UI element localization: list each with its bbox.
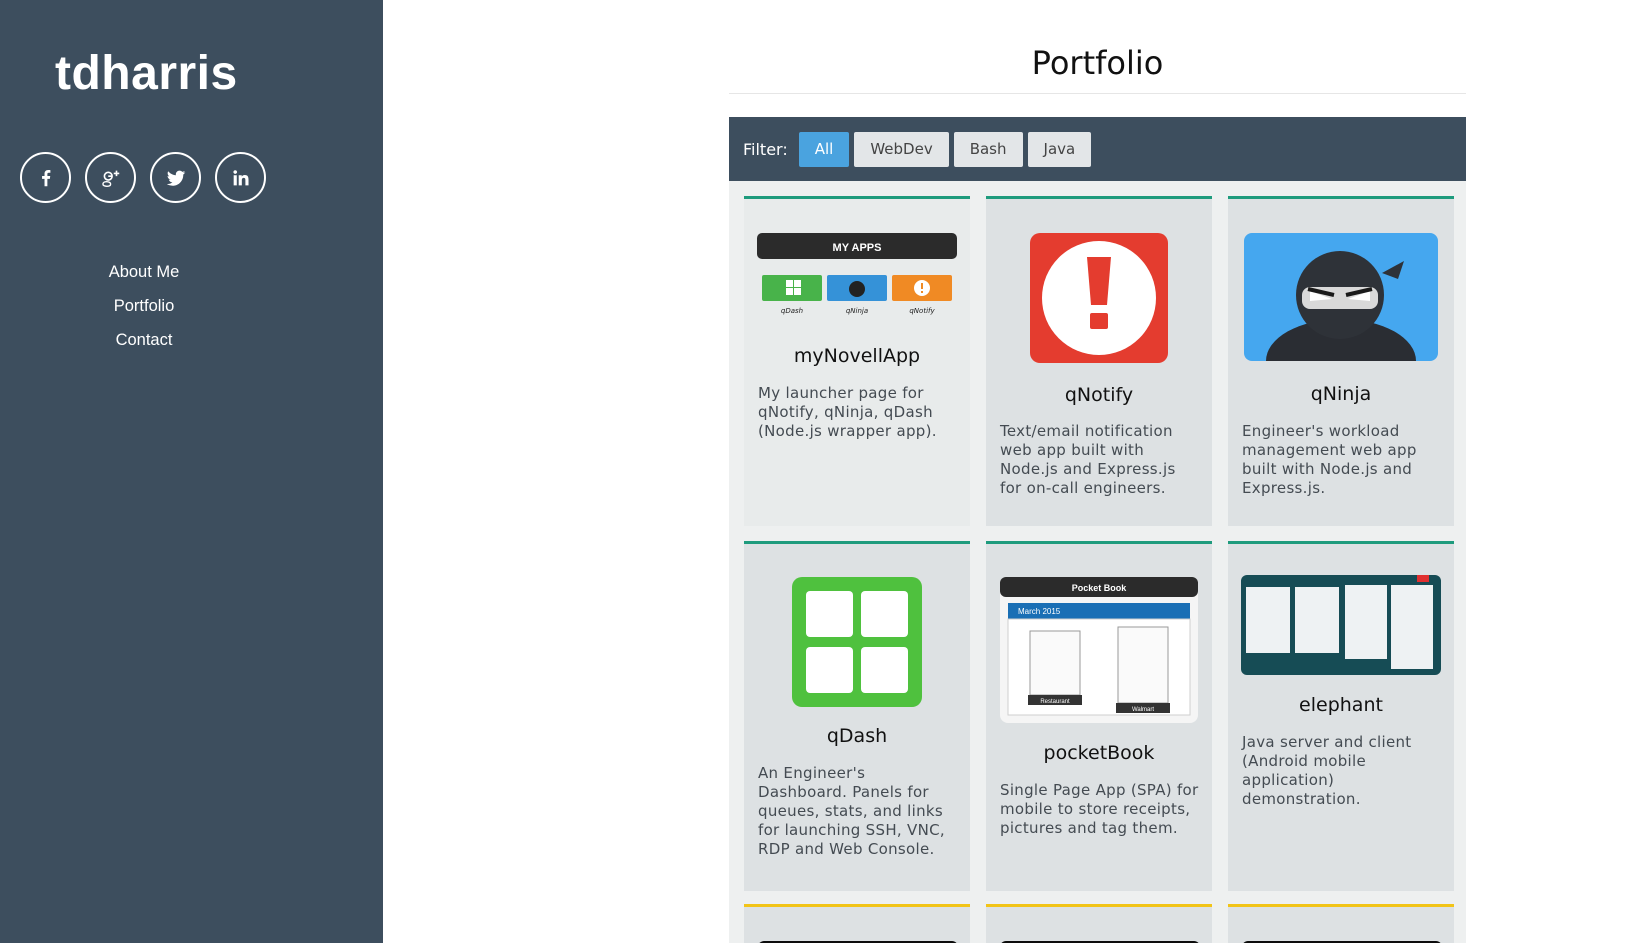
pocketbook-thumb-tag-walmart: Walmart (1132, 707, 1154, 713)
filter-java-button[interactable]: Java (1027, 131, 1092, 167)
linkedin-icon (232, 169, 249, 185)
card-title[interactable]: qNotify (986, 384, 1212, 406)
brand-name[interactable]: tdharris (55, 46, 238, 101)
pocketbook-thumb-month: March 2015 (1018, 607, 1061, 616)
card-title[interactable]: pocketBook (986, 742, 1212, 764)
portfolio-card-pocketbook[interactable]: Pocket Book March 2015 Restaurant Walmar… (986, 541, 1212, 891)
facebook-link[interactable] (20, 152, 71, 203)
facebook-icon (41, 169, 50, 186)
exclamation-icon (986, 233, 1212, 363)
social-links (20, 152, 266, 203)
portfolio-card-qninja[interactable]: qNinja Engineer's workload management we… (1228, 196, 1454, 526)
portfolio-card[interactable] (1228, 904, 1454, 943)
pocketbook-screenshot: Pocket Book March 2015 Restaurant Walmar… (986, 577, 1212, 723)
pocketbook-thumb-header: Pocket Book (1072, 583, 1128, 593)
elephant-screenshot (1228, 575, 1454, 675)
page-title: Portfolio (1031, 44, 1164, 82)
card-description: Engineer's workload management web app b… (1242, 422, 1417, 497)
google-plus-icon (101, 170, 119, 187)
nav-about-me[interactable]: About Me (0, 255, 288, 289)
myapps-thumb-header: MY APPS (833, 242, 882, 254)
pocketbook-thumb-tag-restaurant: Restaurant (1040, 699, 1070, 705)
myapps-thumb-label-qninja: qNinja (846, 307, 868, 315)
nav-portfolio[interactable]: Portfolio (0, 289, 288, 323)
card-title[interactable]: myNovellApp (744, 345, 970, 367)
card-title[interactable]: elephant (1228, 694, 1454, 716)
myapps-thumb-label-qnotify: qNotify (909, 307, 935, 315)
portfolio-card-qnotify[interactable]: qNotify Text/email notification web app … (986, 196, 1212, 526)
dashboard-grid-icon (744, 577, 970, 707)
sidebar-nav: About Me Portfolio Contact (0, 255, 288, 357)
google-plus-link[interactable] (85, 152, 136, 203)
ninja-icon (1228, 233, 1454, 361)
card-description: My launcher page for qNotify, qNinja, qD… (758, 384, 937, 440)
portfolio-card-qdash[interactable]: qDash An Engineer's Dashboard. Panels fo… (744, 541, 970, 891)
linkedin-link[interactable] (215, 152, 266, 203)
portfolio-card-mynovellapp[interactable]: MY APPS qDash qNinja qNotify myNovellApp… (744, 196, 970, 526)
filter-all-button[interactable]: All (798, 131, 850, 167)
filter-bar: Filter: All WebDev Bash Java (729, 117, 1466, 181)
card-description: An Engineer's Dashboard. Panels for queu… (758, 764, 945, 858)
nav-contact[interactable]: Contact (0, 323, 288, 357)
twitter-icon (166, 170, 185, 186)
card-description: Java server and client (Android mobile a… (1242, 733, 1412, 808)
card-title[interactable]: qNinja (1228, 383, 1454, 405)
twitter-link[interactable] (150, 152, 201, 203)
portfolio-card-elephant[interactable]: elephant Java server and client (Android… (1228, 541, 1454, 891)
filter-bash-button[interactable]: Bash (953, 131, 1023, 167)
card-title[interactable]: qDash (744, 725, 970, 747)
filter-webdev-button[interactable]: WebDev (854, 131, 949, 167)
sidebar: tdharris About Me Portfolio Contact (0, 0, 383, 943)
card-description: Single Page App (SPA) for mobile to stor… (1000, 781, 1199, 837)
portfolio-card[interactable] (744, 904, 970, 943)
my-apps-screenshot: MY APPS qDash qNinja qNotify (744, 233, 970, 319)
portfolio-card[interactable] (986, 904, 1212, 943)
myapps-thumb-label-qdash: qDash (781, 307, 803, 315)
title-divider (729, 93, 1466, 94)
filter-label: Filter: (743, 139, 788, 159)
card-description: Text/email notification web app built wi… (1000, 422, 1176, 497)
